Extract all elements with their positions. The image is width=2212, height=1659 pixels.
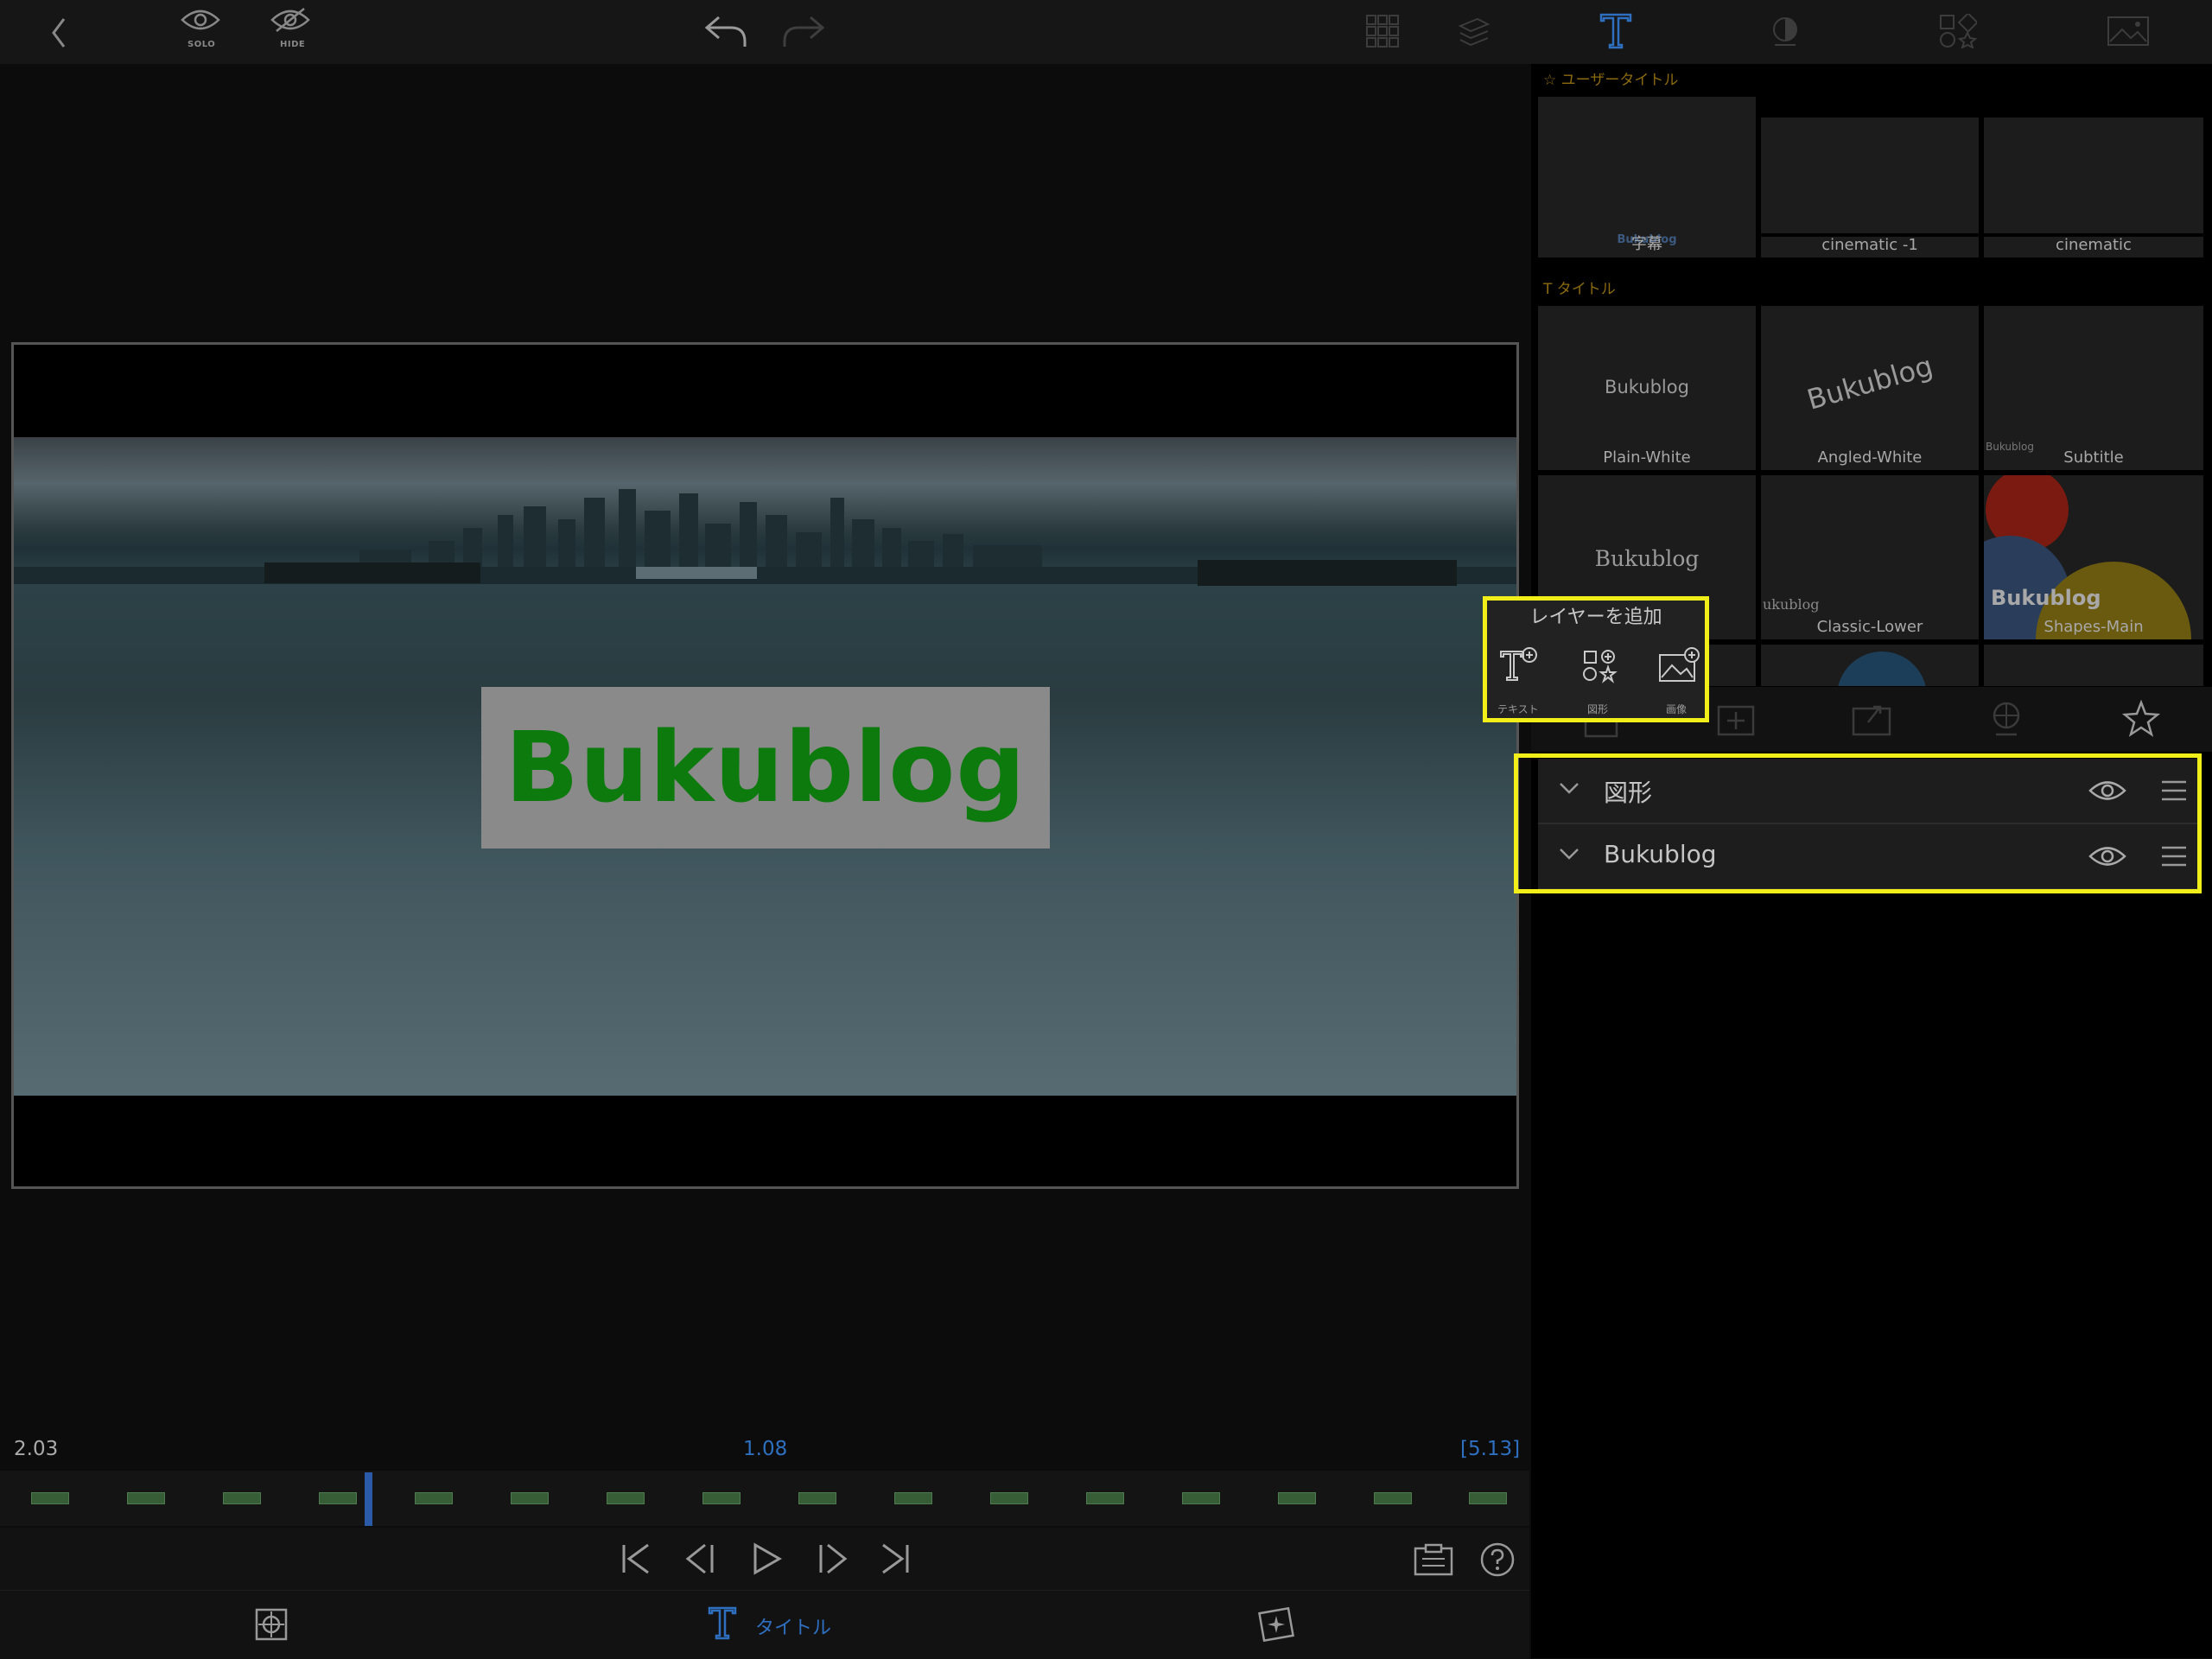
user-titles-section-header: ☆ ユーザータイトル: [1543, 67, 1678, 89]
preset-sample-text: ukublog: [1763, 596, 1820, 613]
skip-to-end-icon[interactable]: [880, 1541, 911, 1576]
solo-label: SOLO: [188, 40, 216, 49]
titles-section-header: T タイトル: [1543, 276, 1616, 298]
image-icon[interactable]: [2107, 16, 2150, 47]
solo-eye-icon[interactable]: [180, 7, 221, 33]
frame-thumbnail: [798, 1492, 836, 1504]
preset-shapes-main[interactable]: Bukublog Shapes-Main: [1984, 475, 2203, 639]
step-back-icon[interactable]: [683, 1541, 717, 1576]
preset-sample-text: Bukublog: [1991, 586, 2101, 610]
current-time-readout: 1.08: [743, 1438, 788, 1460]
top-toolbar: SOLO HIDE: [0, 0, 2212, 64]
frame-thumbnail: [511, 1492, 549, 1504]
preset-label: Shapes-Main: [2044, 618, 2144, 636]
left-time-readout: 2.03: [14, 1438, 59, 1460]
add-image-label[interactable]: 画像: [1666, 702, 1687, 716]
frame-thumbnail: [702, 1492, 741, 1504]
user-titles-header-label: ユーザータイトル: [1560, 72, 1679, 89]
add-shape-label[interactable]: 図形: [1587, 702, 1608, 716]
layers-stack-icon[interactable]: [1457, 14, 1491, 48]
hide-eye-icon[interactable]: [270, 7, 311, 33]
preset-label: Subtitle: [2063, 448, 2124, 467]
playhead[interactable]: [365, 1472, 372, 1526]
frame-thumbnail: [990, 1492, 1028, 1504]
frame-thumbnail: [319, 1492, 357, 1504]
star-icon: ☆: [1543, 72, 1557, 89]
preset-label: 字幕: [1631, 235, 1662, 253]
frame-thumbnail: [127, 1492, 165, 1504]
frame-thumbnail: [1182, 1492, 1220, 1504]
shapes-preset-art: [1984, 475, 2191, 639]
preset-letterbox: [1984, 97, 2203, 118]
title-text-layer[interactable]: Bukublog: [481, 687, 1050, 849]
back-chevron-icon[interactable]: [48, 16, 69, 50]
frame-thumbnail: [894, 1492, 932, 1504]
letterbox-bottom: [14, 1096, 1516, 1186]
frame-thumbnail: [1086, 1492, 1124, 1504]
letterbox-top: [14, 345, 1516, 437]
frame-thumbnail: [607, 1492, 645, 1504]
add-frame-icon[interactable]: [1716, 702, 1756, 738]
title-t-icon[interactable]: [1599, 12, 1633, 50]
add-text-label[interactable]: テキスト: [1497, 702, 1539, 716]
preset-subtitle[interactable]: Bukublog Subtitle: [1984, 306, 2203, 470]
globe-icon[interactable]: [1989, 700, 2024, 738]
layer-list-highlight: [1514, 753, 2202, 893]
preset-label: cinematic -1: [1821, 236, 1918, 254]
preset-classic-lower[interactable]: ukublog Classic-Lower: [1761, 475, 1979, 639]
titles-header-label: タイトル: [1556, 281, 1616, 298]
hide-label: HIDE: [280, 40, 306, 49]
color-filter-icon[interactable]: [1768, 14, 1802, 48]
preset-sample-text: Bukublog: [1803, 349, 1936, 416]
preset-cinematic-1[interactable]: cinematic -1: [1761, 97, 1979, 257]
preset-subtitle-user[interactable]: Bukublog 字幕: [1538, 97, 1756, 257]
tab-title-icon[interactable]: [707, 1605, 738, 1640]
preset-label: Classic-Lower: [1816, 618, 1923, 636]
preset-label: Angled-White: [1817, 448, 1923, 467]
frame-thumbnail: [415, 1492, 453, 1504]
add-text-layer-icon[interactable]: [1498, 646, 1538, 684]
tab-title-label[interactable]: タイトル: [755, 1612, 831, 1640]
export-icon[interactable]: [1851, 700, 1892, 738]
preset-angled-white[interactable]: Bukublog Angled-White: [1761, 306, 1979, 470]
add-shape-layer-icon[interactable]: [1581, 646, 1621, 684]
preset-label: cinematic: [2056, 236, 2132, 254]
frame-thumbnail: [1374, 1492, 1412, 1504]
skip-to-start-icon[interactable]: [620, 1541, 652, 1576]
step-forward-icon[interactable]: [816, 1541, 850, 1576]
preset-plain-white[interactable]: Bukublog Plain-White: [1538, 306, 1756, 470]
help-icon[interactable]: [1479, 1541, 1516, 1578]
play-icon[interactable]: [752, 1541, 783, 1576]
preset-partial-art: [1838, 652, 1926, 686]
preset-cinematic[interactable]: cinematic: [1984, 97, 2203, 257]
preset-sample-text: Bukublog: [1605, 377, 1689, 397]
undo-icon[interactable]: [702, 12, 750, 50]
preset-sample-text: Bukublog: [1594, 546, 1700, 571]
total-duration-readout: [5.13]: [1460, 1438, 1521, 1460]
frame-thumbnail: [31, 1492, 69, 1504]
redo-icon[interactable]: [779, 12, 828, 50]
shapes-icon[interactable]: [1939, 14, 1977, 48]
frame-thumbnail: [1469, 1492, 1507, 1504]
preset-letterbox: [1761, 97, 1979, 118]
effects-sparkle-icon[interactable]: [1256, 1605, 1296, 1643]
preset-partial[interactable]: [1761, 645, 1979, 686]
preset-partial[interactable]: [1984, 645, 2203, 686]
frame-thumbnail: [1278, 1492, 1316, 1504]
add-layer-title: レイヤーを追加: [1529, 607, 1662, 628]
frame-thumbnail: [223, 1492, 261, 1504]
preset-label: Plain-White: [1603, 448, 1691, 467]
clipboard-icon[interactable]: [1414, 1543, 1453, 1576]
favorite-star-icon[interactable]: [2122, 700, 2160, 738]
grid-icon[interactable]: [1365, 14, 1400, 48]
title-t-small-icon: T: [1543, 281, 1553, 298]
position-target-icon[interactable]: [254, 1607, 289, 1642]
add-image-layer-icon[interactable]: [1657, 646, 1700, 684]
